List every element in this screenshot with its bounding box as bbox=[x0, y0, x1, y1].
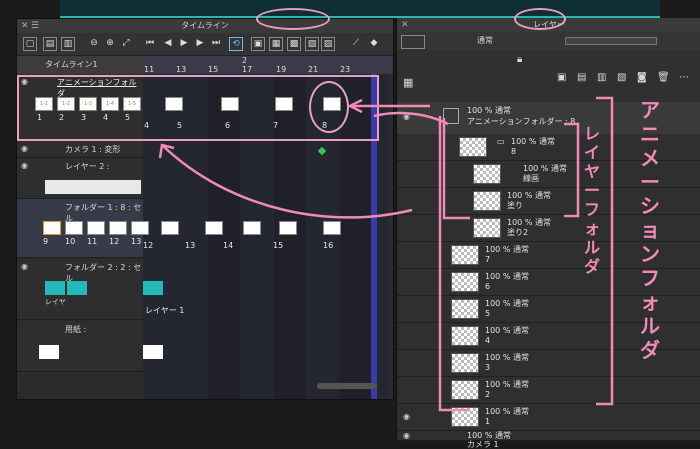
arrow-line bbox=[161, 144, 413, 219]
arrow-head bbox=[158, 143, 175, 159]
bracket-inner-left bbox=[442, 118, 470, 220]
annotation-layer-folder: レイヤーフォルダ bbox=[584, 124, 601, 276]
arrow-line bbox=[373, 111, 449, 126]
layer-name: カメラ 1 bbox=[467, 440, 499, 449]
bracket-inner bbox=[564, 122, 580, 218]
annotation-anim-folder: アニメーションフォルダ bbox=[640, 98, 660, 362]
